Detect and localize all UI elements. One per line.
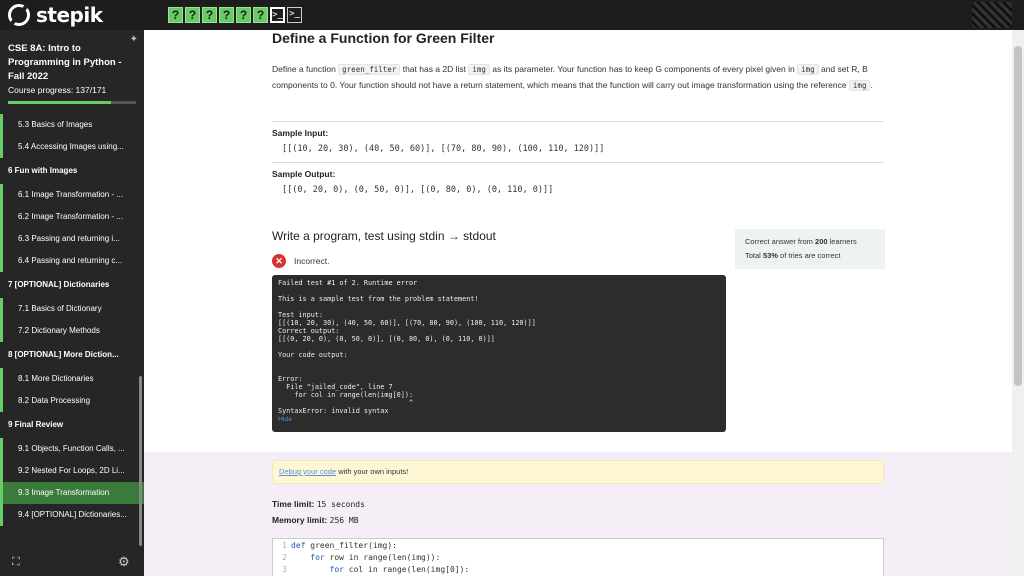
desc-text: that has a 2D list <box>400 64 469 74</box>
code-line[interactable]: 1 def green_filter(img): <box>273 540 883 551</box>
stats-percent: 53% <box>762 251 778 260</box>
user-avatar[interactable] <box>972 2 1012 28</box>
brand-name: stepik <box>36 3 103 27</box>
stats-correct: Correct answer from 200 learners <box>745 235 875 249</box>
course-sidebar: ✦ CSE 8A: Intro to Programming in Python… <box>0 30 144 576</box>
step-7-code-icon[interactable]: >_ <box>270 7 285 23</box>
task-title: Write a program, test using stdin → stdo… <box>272 229 496 243</box>
console-text: Failed test #1 of 2. Runtime error This … <box>278 279 536 415</box>
hide-link[interactable]: Hide <box>278 416 292 423</box>
sidebar-section[interactable]: 9 Final Review <box>0 412 144 438</box>
memory-limit-value: 256 MB <box>329 516 359 525</box>
top-bar: stepik ? ? ? ? ? ? >_ >_ <box>0 0 1024 30</box>
sidebar-section[interactable]: 6 Fun with Images <box>0 158 144 184</box>
course-title[interactable]: CSE 8A: Intro to Programming in Python -… <box>8 42 138 84</box>
course-progress-bar <box>8 101 136 104</box>
sidebar-item[interactable]: 9.2 Nested For Loops, 2D Li... <box>0 460 144 482</box>
sidebar-item[interactable]: 7.1 Basics of Dictionary <box>0 298 144 320</box>
step-8-code-icon[interactable]: >_ <box>287 7 302 23</box>
memory-limit-label: Memory limit: <box>272 515 328 525</box>
code-text: col in range(len(img[0]): <box>343 565 470 574</box>
line-number: 2 <box>282 553 287 562</box>
gear-icon[interactable]: ⚙ <box>118 554 130 570</box>
code-keyword: for <box>291 565 344 574</box>
desc-text: . <box>870 79 873 90</box>
desc-text: Define a function <box>272 64 339 74</box>
sidebar-item[interactable]: 6.2 Image Transformation - ... <box>0 206 144 228</box>
line-number: 1 <box>282 541 287 550</box>
sidebar-item[interactable]: 9.4 [OPTIONAL] Dictionaries... <box>0 504 144 526</box>
page-scrollbar-thumb[interactable] <box>1014 46 1022 386</box>
sample-input-value: [[(10, 20, 30), (40, 50, 60)], [(70, 80,… <box>282 144 605 154</box>
sidebar-section[interactable]: 8 [OPTIONAL] More Diction... <box>0 342 144 368</box>
time-limit-value: 15 seconds <box>316 500 365 509</box>
time-limit: Time limit: 15 seconds <box>272 499 365 509</box>
sample-input-label: Sample Input: <box>272 128 329 138</box>
sidebar-scrollbar[interactable] <box>139 376 142 546</box>
step-4[interactable]: ? <box>219 7 234 23</box>
sidebar-item[interactable]: 8.2 Data Processing <box>0 390 144 412</box>
code-line[interactable]: 3 for col in range(len(img[0]): <box>273 564 883 575</box>
problem-description: Define a function green_filter that has … <box>272 62 886 93</box>
code-img: img <box>797 64 819 75</box>
code-keyword: for <box>291 553 325 562</box>
sidebar-item[interactable]: 6.1 Image Transformation - ... <box>0 184 144 206</box>
table-of-contents: 5.3 Basics of Images 5.4 Accessing Images… <box>0 114 144 540</box>
code-img: img <box>848 79 871 91</box>
time-limit-label: Time limit: <box>272 499 315 509</box>
stepik-logo-icon <box>8 4 30 26</box>
sidebar-item[interactable]: 5.4 Accessing Images using... <box>0 136 144 158</box>
step-navigation: ? ? ? ? ? ? >_ >_ <box>168 7 302 23</box>
code-function-name: green_filter <box>338 64 401 75</box>
code-keyword: def <box>291 541 306 550</box>
step-5[interactable]: ? <box>236 7 251 23</box>
step-2[interactable]: ? <box>185 7 200 23</box>
step-6[interactable]: ? <box>253 7 268 23</box>
submission-status: ✕ Incorrect. <box>272 254 329 268</box>
stats-text: of tries are correct <box>777 251 841 260</box>
sidebar-item[interactable]: 9.1 Objects, Function Calls, ... <box>0 438 144 460</box>
stats-count: 200 <box>815 237 828 246</box>
debug-banner: Debug your code with your own inputs! <box>272 460 884 484</box>
code-line[interactable]: 2 for row in range(len(img)): <box>273 552 883 563</box>
stats-text: Correct answer from <box>745 237 816 246</box>
code-text: row in range(len(img)): <box>324 553 441 562</box>
error-console: Failed test #1 of 2. Runtime error This … <box>272 275 726 432</box>
line-number: 3 <box>282 565 287 574</box>
stats-text: Total <box>745 251 763 260</box>
code-img: img <box>468 64 490 75</box>
desc-text: as its parameter. Your function has to k… <box>489 64 798 74</box>
main-content: Define a Function for Green Filter Defin… <box>144 30 1012 576</box>
sidebar-item[interactable]: 9.3 Image Transformation <box>0 482 144 504</box>
sample-output-value: [[(0, 20, 0), (0, 50, 0)], [(0, 80, 0), … <box>282 185 554 195</box>
stats-text: learners <box>827 237 857 246</box>
sidebar-item[interactable]: 5.3 Basics of Images <box>0 114 144 136</box>
code-editor[interactable]: 1 def green_filter(img): 2 for row in rang… <box>272 538 884 576</box>
stats-box: Correct answer from 200 learners Total 5… <box>735 229 885 269</box>
sidebar-section[interactable]: 7 [OPTIONAL] Dictionaries <box>0 272 144 298</box>
memory-limit: Memory limit: 256 MB <box>272 515 359 525</box>
expand-icon[interactable]: ⛶ <box>12 556 20 569</box>
code-text: green_filter(img): <box>305 541 397 550</box>
step-1[interactable]: ? <box>168 7 183 23</box>
status-text: Incorrect. <box>294 256 330 266</box>
debug-text: with your own inputs! <box>336 467 409 476</box>
step-3[interactable]: ? <box>202 7 217 23</box>
stepik-logo[interactable]: stepik <box>8 3 103 27</box>
divider <box>272 121 884 122</box>
debug-link[interactable]: Debug your code <box>279 467 336 476</box>
sidebar-item[interactable]: 6.3 Passing and returning i... <box>0 228 144 250</box>
divider <box>272 162 884 163</box>
sidebar-item[interactable]: 6.4 Passing and returning c... <box>0 250 144 272</box>
sidebar-item[interactable]: 8.1 More Dictionaries <box>0 368 144 390</box>
error-x-icon: ✕ <box>272 254 286 268</box>
sidebar-item[interactable]: 7.2 Dictionary Methods <box>0 320 144 342</box>
course-progress-text: Course progress: 137/171 <box>8 85 107 95</box>
sample-output-label: Sample Output: <box>272 169 336 179</box>
course-progress-fill <box>8 101 111 104</box>
stats-total: Total 53% of tries are correct <box>745 249 875 263</box>
page-title: Define a Function for Green Filter <box>272 30 495 46</box>
page-scrollbar[interactable] <box>1012 30 1024 576</box>
